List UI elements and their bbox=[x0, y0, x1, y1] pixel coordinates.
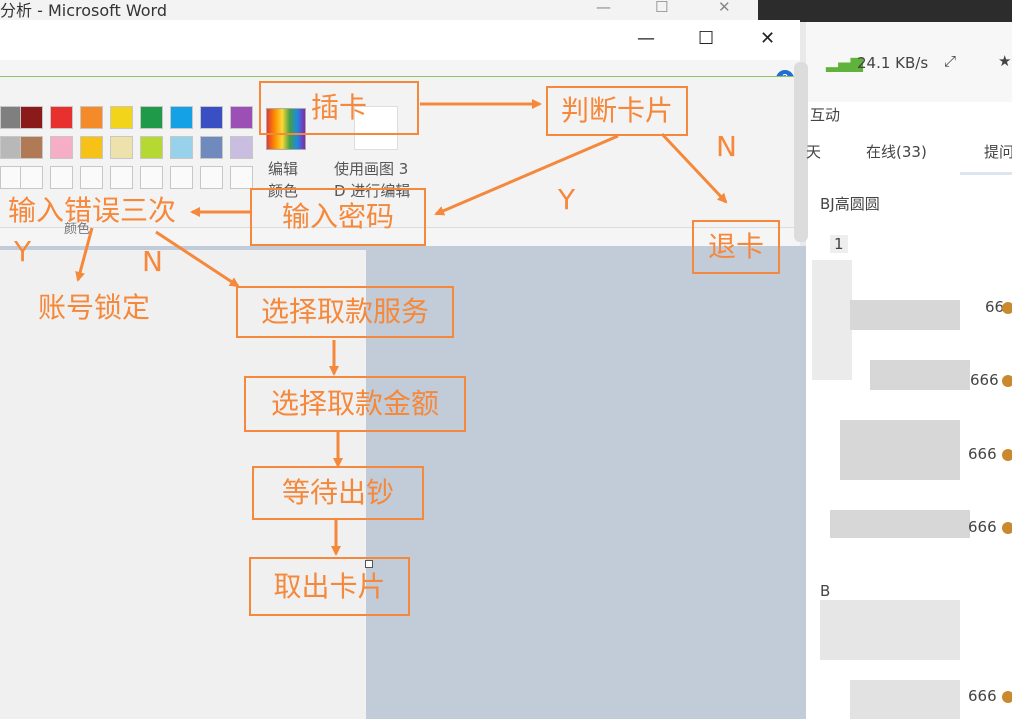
node-select-amount: 选择取款金额 bbox=[244, 376, 466, 432]
arrow-wrong-to-service bbox=[155, 230, 240, 288]
edge-label-wrong-no: N bbox=[142, 245, 163, 278]
arrow-wrong-to-locked bbox=[75, 227, 94, 282]
node-insert-card: 插卡 bbox=[259, 81, 419, 135]
node-wait-cash: 等待出钞 bbox=[252, 466, 424, 520]
arrow-check-to-password bbox=[434, 134, 619, 216]
node-select-withdraw-service: 选择取款服务 bbox=[236, 286, 454, 338]
edge-label-check-no: N bbox=[716, 130, 737, 163]
edge-label-wrong-yes: Y bbox=[14, 235, 32, 268]
node-eject-card: 退卡 bbox=[692, 220, 780, 274]
edge-label-check-yes: Y bbox=[558, 183, 576, 216]
node-account-locked: 账号锁定 bbox=[38, 291, 151, 324]
node-enter-password: 输入密码 bbox=[250, 188, 426, 246]
node-check-card: 判断卡片 bbox=[546, 86, 688, 136]
node-take-card: 取出卡片 bbox=[249, 557, 410, 616]
flowchart-arrows bbox=[75, 99, 728, 556]
node-wrong-three-times: 输入错误三次 bbox=[8, 194, 177, 227]
